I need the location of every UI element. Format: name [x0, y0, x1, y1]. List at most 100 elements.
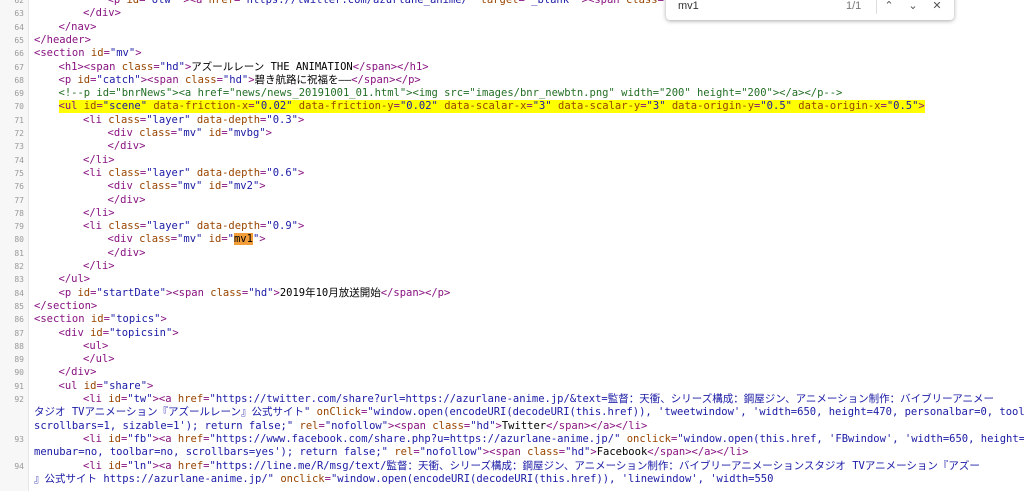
find-match-count: 1/1: [846, 0, 862, 12]
code-text: </li>: [83, 207, 115, 220]
code-token: data-origin-x: [798, 100, 881, 113]
code-token: menubar=no, toolbar=no, scrollbars=yes')…: [34, 446, 389, 459]
code-line: 71 <li class="layer" data-depth="0.3">: [0, 114, 1024, 127]
find-input[interactable]: mv1: [678, 0, 699, 12]
chevron-up-icon[interactable]: ⌃: [880, 0, 898, 14]
code-line: 67 <h1><span class="hd">アズールレーン THE ANIMA…: [0, 61, 1024, 74]
code-token: "0.02": [399, 100, 438, 113]
code-token: "window.open(encodeURI(decodeURI(this.hr…: [330, 472, 774, 485]
code-token: <li: [83, 166, 109, 179]
code-text: </li>: [83, 154, 115, 167]
code-token: </span></p>: [351, 73, 421, 86]
line-number: 73: [14, 142, 24, 152]
code-line: 94 <li id="ln"><a href="https://line.me/R…: [0, 460, 1024, 473]
code-line: 81 </div>: [0, 247, 1024, 260]
code-token: ><span: [388, 419, 433, 432]
code-token: >: [135, 47, 142, 60]
code-text: scrollbars=1, sizable=1'); return false;…: [34, 420, 647, 433]
code-text: </div>: [108, 247, 146, 260]
code-token: "0.5": [760, 100, 792, 113]
line-number: 77: [14, 195, 24, 205]
line-number: 82: [14, 262, 24, 271]
line-number: 87: [14, 328, 24, 338]
code-text: <div id="topicsin">: [59, 327, 179, 340]
code-token: id: [90, 313, 104, 326]
line-number: 62: [14, 0, 24, 5]
code-token: data-depth: [196, 220, 261, 233]
line-number: 69: [14, 89, 24, 99]
code-token: onclick: [280, 472, 325, 485]
code-token: <h1><span: [58, 60, 122, 73]
code-text: <li class="layer" data-depth="0.6">: [83, 167, 304, 180]
chevron-down-icon[interactable]: ⌄: [904, 0, 922, 14]
code-token: >: [147, 379, 154, 392]
code-token: data-scalar-x: [444, 100, 527, 113]
code-token: data-depth: [196, 166, 261, 179]
code-token: >: [259, 233, 266, 246]
code-token: "share": [102, 379, 148, 392]
code-token: ><span: [575, 0, 626, 6]
code-token: </section>: [34, 299, 98, 312]
code-line: タジオ TVアニメーション『アズールレーン』公式サイト" onClick="wi…: [0, 406, 1024, 419]
code-token: <div: [107, 233, 140, 246]
code-line: 86 <section id="topics">: [0, 313, 1024, 326]
code-token: </span></h1>: [352, 60, 429, 73]
code-token: class: [108, 113, 140, 126]
source-viewer[interactable]: 62 <p id="otw" ><a href="https://twitter.…: [0, 0, 1024, 491]
code-token: "https://twitter.com/share?url=https://a…: [209, 393, 995, 405]
code-token: "tw": [127, 393, 153, 405]
code-token: <li: [83, 393, 109, 405]
code-token: >: [297, 220, 305, 233]
code-text: <li class="layer" data-depth="0.9">: [83, 220, 304, 233]
code-token: <ul>: [83, 339, 109, 352]
code-token: "3": [646, 100, 666, 113]
code-text: menubar=no, toolbar=no, scrollbars=yes')…: [34, 446, 748, 459]
line-number: 71: [14, 115, 24, 125]
line-number: 68: [14, 75, 24, 85]
code-text: <div class="mv" id="mvbg">: [108, 127, 272, 140]
code-text: <li id="ln"><a href="https://line.me/R/m…: [83, 460, 980, 473]
line-number: 70: [14, 102, 24, 112]
code-token: id: [108, 393, 121, 405]
code-text: </ul>: [59, 273, 91, 286]
code-text: <ul>: [83, 340, 108, 353]
code-text: <section id="topics">: [34, 313, 167, 326]
code-line: 73 </div>: [0, 140, 1024, 153]
line-number: 79: [14, 222, 24, 232]
code-text: </header>: [34, 34, 91, 47]
line-number: 66: [14, 49, 24, 59]
code-token: "catch": [96, 73, 141, 86]
code-token: "mv": [109, 47, 136, 60]
code-token: </nav>: [58, 20, 97, 33]
code-text: </div>: [59, 366, 97, 379]
code-token: class: [432, 419, 464, 432]
code-text: <p id="startDate"><span class="hd">2019年…: [59, 287, 451, 300]
line-number: 89: [14, 355, 24, 365]
code-token: </div>: [107, 193, 146, 206]
line-number: 78: [14, 208, 24, 218]
line-number: 84: [14, 288, 24, 298]
code-token: ><a: [152, 432, 178, 445]
code-token: <section: [34, 47, 91, 60]
code-token: "https://www.facebook.com/share.php?u=ht…: [209, 432, 621, 445]
code-token: <ul: [58, 379, 84, 392]
line-number: 81: [14, 248, 24, 258]
code-text: 』公式サイト https://azurlane-anime.jp/" oncli…: [34, 473, 773, 486]
code-token: id: [208, 127, 222, 139]
code-token: <!--p id="bnrNews"><a href="news/news_20…: [58, 87, 843, 100]
code-text: <section id="mv">: [34, 47, 142, 60]
line-number: 72: [14, 129, 24, 138]
code-token: href: [177, 393, 204, 405]
close-icon[interactable]: ✕: [928, 0, 946, 14]
line-number: 67: [14, 62, 24, 72]
code-token: <p: [107, 0, 127, 6]
code-token: "mv2": [227, 180, 260, 193]
code-text: </div>: [108, 194, 146, 207]
code-token: "otw": [145, 0, 178, 6]
code-token: </span></a></li>: [647, 446, 749, 459]
code-token: rel: [394, 446, 414, 459]
code-token: class: [139, 233, 171, 246]
code-token: ><span: [482, 446, 528, 459]
code-token: rel: [299, 419, 319, 432]
code-token: class: [108, 220, 140, 233]
